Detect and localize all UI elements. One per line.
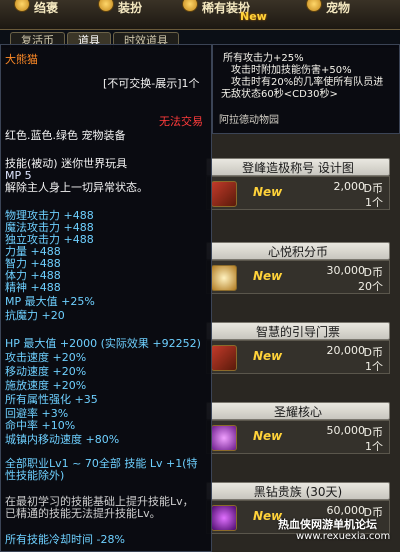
row-price: 2,000 xyxy=(333,180,366,193)
pet-icon xyxy=(306,0,322,12)
diamond-icon xyxy=(211,505,237,531)
new-badge: New xyxy=(253,349,283,363)
row-quantity: 1个 xyxy=(365,196,383,209)
new-badge: New xyxy=(253,269,283,283)
stat-line: 抗魔力 +20 xyxy=(5,309,65,322)
row-body: New 30,000 D币 20个 xyxy=(206,260,390,294)
item-category: 红色.蓝色.绿色 宠物装备 xyxy=(5,129,126,142)
row-title: 智慧的引导门票 xyxy=(206,322,390,340)
stat-line: HP 最大值 +2000 (实际效果 +92252) xyxy=(5,337,201,350)
effect-source: 阿拉德动物园 xyxy=(219,115,279,126)
row-quantity: 1个 xyxy=(365,360,383,373)
effect-line: 所有攻击力+25% xyxy=(223,53,304,64)
row-price: 20,000 xyxy=(326,344,366,357)
shop-row[interactable]: 圣耀核心 New 50,000 D币 1个 xyxy=(206,402,390,454)
stat-line: 精神 +488 xyxy=(5,281,61,294)
skill-note: 已精通的技能无法提升技能Lv。 xyxy=(5,507,161,520)
stat-line: 移动速度 +20% xyxy=(5,365,87,378)
row-body: New 50,000 D币 1个 xyxy=(206,420,390,454)
row-title: 圣耀核心 xyxy=(206,402,390,420)
set-effect-tooltip: 所有攻击力+25% 攻击时附加技能伤害+50% 攻击时有20%的几率使所有队员进… xyxy=(212,44,400,134)
row-title: 心悦积分币 xyxy=(206,242,390,260)
stat-line: 所有属性强化 +35 xyxy=(5,393,98,406)
row-price: 30,000 xyxy=(326,264,366,277)
shop-row[interactable]: 登峰造极称号 设计图 New 2,000 D币 1个 xyxy=(206,158,390,210)
nav-item-pet[interactable]: 宠物 xyxy=(306,0,351,15)
effect-line: 攻击时附加技能伤害+50% xyxy=(231,65,352,76)
watermark-url: www.rexuexia.com xyxy=(296,531,391,542)
new-badge: New xyxy=(253,185,283,199)
row-quantity: 20个 xyxy=(358,280,383,293)
row-title: 登峰造极称号 设计图 xyxy=(206,158,390,176)
row-price: 50,000 xyxy=(326,424,366,437)
effect-line: 攻击时有20%的几率使所有队员进 xyxy=(231,77,384,88)
nav-item-title[interactable]: 绉褒 xyxy=(14,0,59,15)
skill-level-bonus-note: 性技能除外) xyxy=(5,469,65,482)
item-tooltip: 大熊猫 [不可交换-展示]1个 无法交易 红色.蓝色.绿色 宠物装备 技能(被动… xyxy=(0,44,212,552)
stat-line: 命中率 +10% xyxy=(5,419,76,432)
skill-description: 解除主人身上一切异常状态。 xyxy=(5,181,148,194)
shirt-icon xyxy=(98,0,114,12)
row-body: New 2,000 D币 1个 xyxy=(206,176,390,210)
cooldown-line: 所有技能冷却时间 -28% xyxy=(5,533,125,546)
effect-line: 无敌状态60秒<CD30秒> xyxy=(221,89,338,100)
nav-item-label: 宠物 xyxy=(326,0,351,15)
gem-icon xyxy=(182,0,198,12)
stat-line: 城镇内移动速度 +80% xyxy=(5,433,120,446)
untradable-label: 无法交易 xyxy=(159,115,203,128)
watermark-title: 热血侠网游单机论坛 xyxy=(278,518,377,531)
stat-line: MP 最大值 +25% xyxy=(5,295,95,308)
trade-status: [不可交换-展示]1个 xyxy=(103,77,200,90)
shop-row[interactable]: 心悦积分币 New 30,000 D币 20个 xyxy=(206,242,390,294)
new-badge: New xyxy=(240,10,267,23)
row-quantity: 1个 xyxy=(365,440,383,453)
trophy-icon xyxy=(14,0,30,12)
row-title: 黑钻贵族 (30天) xyxy=(206,482,390,500)
nav-item-label: 绉褒 xyxy=(34,0,59,15)
shop-row[interactable]: 智慧的引导门票 New 20,000 D币 1个 xyxy=(206,322,390,374)
stat-line: 攻击速度 +20% xyxy=(5,351,87,364)
ticket-icon xyxy=(211,345,237,371)
new-badge: New xyxy=(253,429,283,443)
core-icon xyxy=(211,425,237,451)
title-blueprint-icon xyxy=(211,181,237,207)
top-navigation: 绉褒 装扮 稀有装扮 New 宠物 xyxy=(0,0,400,30)
stat-line: 施放速度 +20% xyxy=(5,379,87,392)
row-body: New 20,000 D币 1个 xyxy=(206,340,390,374)
nav-item-avatar[interactable]: 装扮 xyxy=(98,0,143,15)
nav-item-label: 装扮 xyxy=(118,0,143,15)
item-name: 大熊猫 xyxy=(5,53,38,66)
coin-icon xyxy=(211,265,237,291)
